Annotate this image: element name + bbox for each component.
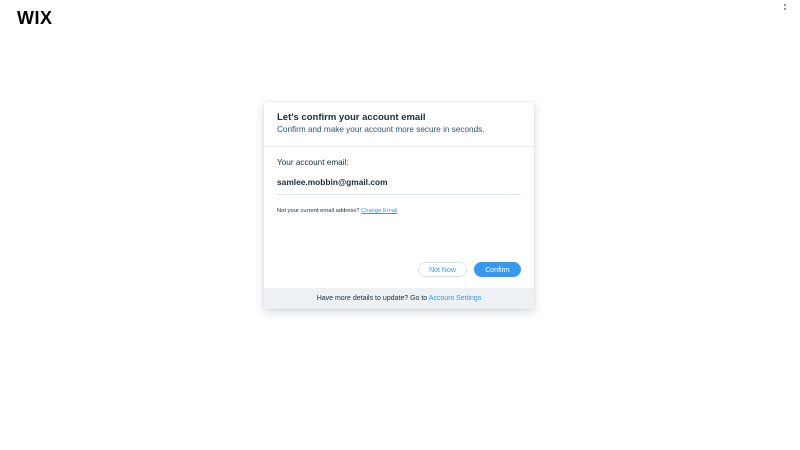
page: WIX Let's confirm your account email Con… (0, 0, 800, 450)
dialog-title: Let's confirm your account email (277, 112, 426, 123)
confirm-button[interactable]: Confirm (474, 262, 521, 277)
confirm-email-dialog: Let's confirm your account email Confirm… (264, 102, 534, 309)
email-value: samlee.mobbin@gmail.com (277, 177, 388, 187)
change-email-prompt: Not your current email address? (277, 208, 360, 214)
corner-dot-icon (784, 8, 786, 10)
corner-dot-icon (784, 4, 786, 6)
footer-text: Have more details to update? Go to (316, 295, 428, 302)
change-email-row: Not your current email address? Change E… (277, 208, 398, 214)
dialog-header: Let's confirm your account email Confirm… (264, 102, 534, 147)
change-email-link[interactable]: Change Email (361, 208, 397, 214)
dialog-subtitle: Confirm and make your account more secur… (277, 125, 485, 134)
email-label: Your account email: (277, 158, 349, 167)
account-settings-link[interactable]: Account Settings (429, 295, 482, 302)
dialog-footer: Have more details to update? Go to Accou… (264, 288, 534, 309)
not-now-button[interactable]: Not Now (418, 262, 467, 277)
wix-logo[interactable]: WIX (17, 8, 53, 29)
divider (277, 194, 521, 195)
